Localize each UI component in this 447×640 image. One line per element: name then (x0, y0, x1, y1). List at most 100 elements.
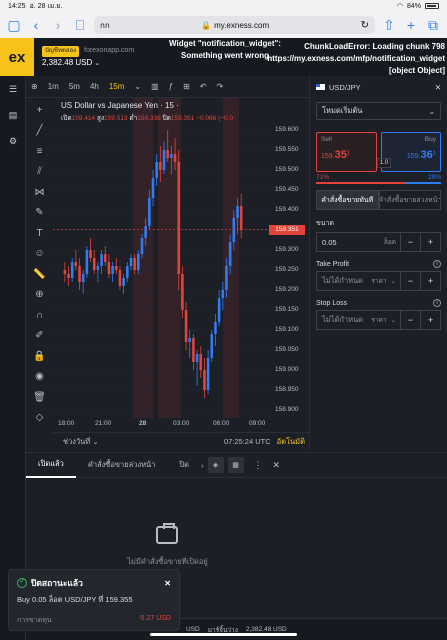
y-axis[interactable]: 159.600 159.550 159.500 159.450 159.400 159.3… (273, 98, 309, 418)
trendline-icon[interactable]: ╱ (26, 121, 53, 142)
chevron-right-icon[interactable]: › (201, 461, 204, 470)
take-profit-unit[interactable]: ราคา (371, 276, 390, 286)
lock-icon: 🔒 (201, 20, 212, 30)
sell-buy-buttons: Sell 159.351 Buy 159.361 1.0 (316, 132, 441, 172)
y-tick-label: 158.950 (275, 386, 299, 393)
sl-decrease-button[interactable]: − (400, 311, 420, 329)
layers-icon[interactable]: ◇ (26, 408, 53, 429)
close-icon[interactable]: ✕ (435, 83, 441, 92)
settings-icon[interactable]: ⚙ (0, 128, 26, 154)
toast-body: Buy 0.05 ล็อต USD/JPY ที่ 159.355 (17, 595, 133, 604)
brush-icon[interactable]: ✎ (26, 203, 53, 224)
pending-order-tab[interactable]: คำสั่งซื้อขายล่วงหน้า (378, 190, 441, 210)
pattern-icon[interactable]: ⋈ (26, 182, 53, 203)
exness-logo[interactable]: ex (0, 38, 34, 76)
timeframe-5m[interactable]: 5m (64, 82, 85, 91)
indicators-icon[interactable]: ƒ (164, 82, 178, 91)
tab-open[interactable]: เปิดแล้ว (26, 452, 76, 478)
buy-price: 159.361 (386, 149, 436, 161)
emoji-icon[interactable]: ☺ (26, 244, 53, 265)
y-tick-label: 159.450 (275, 186, 299, 193)
add-indicator-icon[interactable]: ⊕ (26, 82, 43, 91)
tab-pending[interactable]: คำสั่งซื้อขายล่วงหน้า (76, 452, 168, 478)
volume-increase-button[interactable]: + (420, 233, 440, 251)
tab-closed[interactable]: ปิด (167, 452, 201, 478)
date-range-selector[interactable]: ช่วงวันที่ (53, 436, 90, 448)
undo-icon[interactable]: ↶ (195, 82, 212, 91)
account-info[interactable]: บัญชีทดลอง forexonapp.com 2,382.48 USD ⌄ (42, 45, 134, 69)
stop-loss-unit[interactable]: ราคา (371, 315, 390, 325)
price-chart[interactable]: US Dollar vs Japanese Yen · 15 · เปิด159… (53, 98, 309, 430)
share-icon[interactable]: ⇧ (381, 17, 397, 34)
open-label: เปิด (61, 115, 72, 122)
sl-increase-button[interactable]: + (420, 311, 440, 329)
candle-body (78, 266, 81, 282)
chevron-down-icon[interactable]: ⌄ (391, 277, 400, 285)
y-tick-label: 159.500 (275, 166, 299, 173)
sell-sentiment: 71% (316, 174, 330, 181)
candle-body (81, 274, 85, 282)
ruler-icon[interactable]: 📏 (26, 264, 53, 285)
layers-icon[interactable]: ◈ (207, 457, 224, 473)
volume-input[interactable]: 0.05 (317, 238, 384, 247)
stop-loss-field: ไม่ได้กำหนด ราคา ⌄ − + (316, 310, 441, 330)
menu-icon[interactable]: ☰ (0, 76, 26, 102)
reader-text[interactable]: กก (100, 19, 110, 32)
tp-increase-button[interactable]: + (420, 272, 440, 290)
crosshair-icon[interactable]: + (26, 100, 53, 121)
bookmarks-icon[interactable]: ⎕ (72, 17, 88, 34)
chevron-down-icon[interactable]: ⌄ (90, 437, 98, 446)
chevron-down-icon[interactable]: ⌄ (129, 82, 146, 91)
forward-icon[interactable]: › (50, 17, 66, 33)
layout-icon[interactable]: ⊞ (178, 82, 195, 91)
stop-loss-label: Stop Loss (316, 299, 348, 307)
text-icon[interactable]: T (26, 223, 53, 244)
take-profit-input[interactable]: ไม่ได้กำหนด (317, 275, 371, 287)
zoom-icon[interactable]: ⊕ (26, 285, 53, 306)
stack-icon[interactable]: ▦ (227, 457, 244, 473)
pencil-lock-icon[interactable]: ✐ (26, 326, 53, 347)
candle-body (166, 150, 169, 158)
channel-icon[interactable]: ⫽ (26, 162, 53, 183)
lock-drawings-icon[interactable]: 🔒 (26, 346, 53, 367)
calendar-icon[interactable]: ▤ (0, 102, 26, 128)
take-profit-label: Take Profit (316, 260, 350, 268)
back-icon[interactable]: ‹ (28, 17, 44, 33)
candle-body (173, 154, 177, 162)
sidebar-toggle-icon[interactable]: ▢ (6, 17, 22, 34)
redo-icon[interactable]: ↷ (212, 82, 229, 91)
candle-type-icon[interactable]: ▥ (146, 82, 164, 91)
candle-body (137, 254, 140, 270)
auto-scale-toggle[interactable]: อัตโนมัติ (277, 436, 305, 448)
mode-select[interactable]: โหมดเริ่มต้น ⌄ (316, 102, 441, 120)
timeframe-4h[interactable]: 4h (85, 82, 104, 91)
chevron-down-icon[interactable]: ⌄ (391, 316, 400, 324)
eye-icon[interactable]: ◉ (26, 367, 53, 388)
magnet-icon[interactable]: ∩ (26, 305, 53, 326)
timeframe-1m[interactable]: 1m (43, 82, 64, 91)
new-tab-icon[interactable]: + (403, 17, 419, 33)
candle-body (195, 354, 199, 362)
close-icon[interactable]: ✕ (273, 460, 281, 471)
high-label: สูง (96, 115, 105, 122)
trash-icon[interactable]: 🗑 (26, 387, 53, 408)
info-icon[interactable]: i (433, 299, 441, 307)
timeframe-15m[interactable]: 15m (104, 82, 130, 91)
candle-body (155, 162, 158, 178)
stop-loss-input[interactable]: ไม่ได้กำหนด (317, 314, 371, 326)
tp-decrease-button[interactable]: − (400, 272, 420, 290)
sell-button[interactable]: Sell 159.351 (316, 132, 377, 172)
instant-order-tab[interactable]: คำสั่งซื้อขายทันที (316, 190, 379, 210)
fib-icon[interactable]: ≡ (26, 141, 53, 162)
info-icon[interactable]: i (433, 260, 441, 268)
close-icon[interactable]: ✕ (164, 579, 171, 588)
reload-icon[interactable]: ↻ (361, 20, 369, 31)
tabs-icon[interactable]: ⧉ (425, 17, 441, 34)
x-axis[interactable]: 18:00 21:00 28 03:00 06:00 09:00 (53, 418, 273, 430)
more-icon[interactable]: ⋮ (254, 460, 263, 471)
toast-title: ปิดสถานะแล้ว (31, 578, 83, 588)
candle-body (210, 334, 214, 358)
volume-decrease-button[interactable]: − (400, 233, 420, 251)
address-bar[interactable]: กก 🔒 my.exness.com ↻ (94, 16, 375, 34)
chart-svg[interactable] (53, 98, 273, 418)
